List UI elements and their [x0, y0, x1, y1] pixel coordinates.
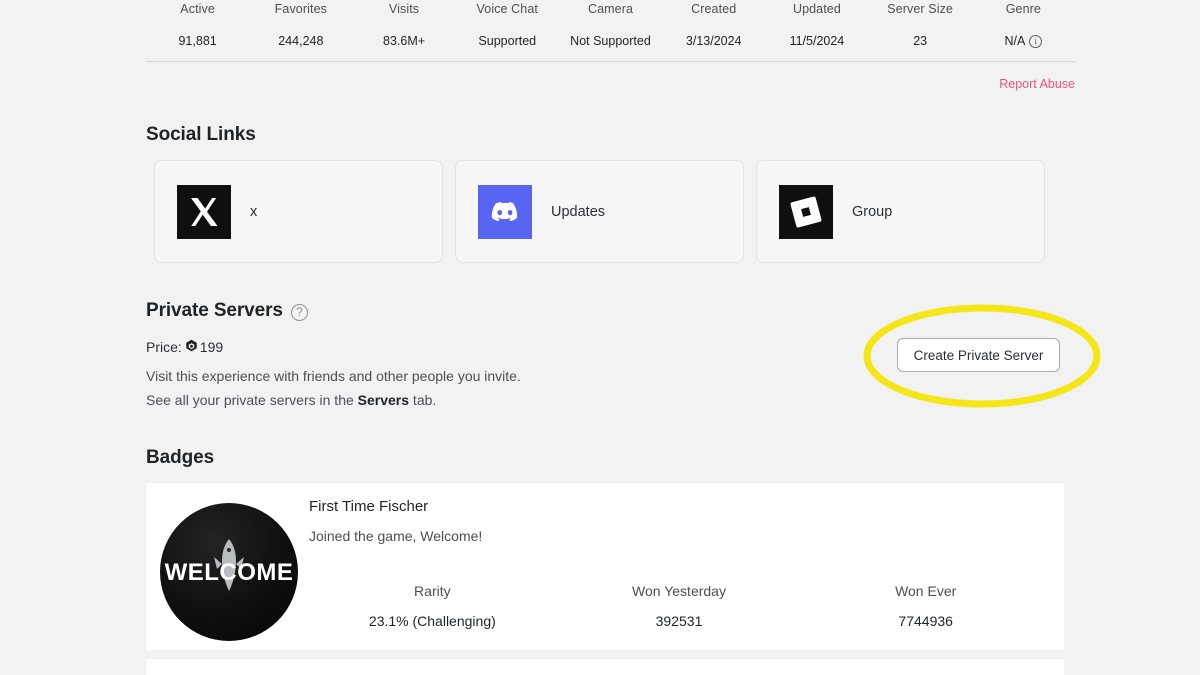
stat-server-size: Server Size 23 — [869, 0, 972, 50]
badges-heading: Badges — [146, 447, 214, 469]
badge-description: Joined the game, Welcome! — [309, 528, 482, 544]
stat-value: 91,881 — [146, 32, 249, 50]
badge-thumbnail: WELCOME — [160, 503, 298, 641]
badge-card[interactable]: WELCOME First Time Fischer Joined the ga… — [146, 483, 1064, 650]
social-links-row: x Updates Group — [154, 160, 1045, 263]
stat-active: Active 91,881 — [146, 0, 249, 50]
stat-value: Not Supported — [559, 32, 662, 50]
stat-label: Updated — [765, 0, 868, 18]
badge-stat-value: 7744936 — [802, 613, 1049, 629]
badge-thumbnail-text: WELCOME — [160, 559, 298, 587]
badge-stat-won-ever: Won Ever 7744936 — [802, 583, 1049, 629]
badge-stat-label: Won Yesterday — [556, 583, 803, 599]
roblox-logo-icon — [779, 185, 833, 239]
stat-label: Active — [146, 0, 249, 18]
stat-value: 23 — [869, 32, 972, 50]
price-value: 199 — [200, 339, 223, 355]
social-card-label: Updates — [551, 204, 605, 220]
stat-label: Voice Chat — [456, 0, 559, 18]
robux-icon — [185, 339, 198, 355]
badge-name: First Time Fischer — [309, 498, 428, 515]
stat-voice-chat: Voice Chat Supported — [456, 0, 559, 50]
stat-camera: Camera Not Supported — [559, 0, 662, 50]
private-servers-description-1: Visit this experience with friends and o… — [146, 368, 521, 384]
stat-favorites: Favorites 244,248 — [249, 0, 352, 50]
stat-label: Visits — [352, 0, 455, 18]
badge-stat-value: 23.1% (Challenging) — [309, 613, 556, 629]
stat-value: 11/5/2024 — [765, 32, 868, 50]
private-servers-description-2: See all your private servers in the Serv… — [146, 392, 436, 408]
stat-value: N/A — [1004, 32, 1025, 50]
desc-before: See all your private servers in the — [146, 392, 358, 408]
discord-logo-icon — [478, 185, 532, 239]
stat-label: Favorites — [249, 0, 352, 18]
social-card-group[interactable]: Group — [756, 160, 1045, 263]
private-servers-heading: Private Servers ? — [146, 300, 308, 322]
stat-label: Camera — [559, 0, 662, 18]
desc-after: tab. — [409, 392, 436, 408]
stat-label: Server Size — [869, 0, 972, 18]
price-label: Price: — [146, 339, 182, 355]
badge-stat-value: 392531 — [556, 613, 803, 629]
x-logo-icon — [177, 185, 231, 239]
badge-stat-won-yesterday: Won Yesterday 392531 — [556, 583, 803, 629]
badge-stat-rarity: Rarity 23.1% (Challenging) — [309, 583, 556, 629]
stat-genre: Genre N/A i — [972, 0, 1075, 50]
badge-stat-label: Rarity — [309, 583, 556, 599]
stat-label: Created — [662, 0, 765, 18]
social-card-label: Group — [852, 204, 892, 220]
badge-card-next[interactable] — [146, 659, 1064, 675]
experience-stats-row: Active 91,881 Favorites 244,248 Visits 8… — [146, 0, 1075, 50]
servers-tab-link[interactable]: Servers — [358, 392, 409, 408]
stat-label: Genre — [972, 0, 1075, 18]
help-icon[interactable]: ? — [291, 304, 308, 321]
report-abuse-link[interactable]: Report Abuse — [999, 77, 1075, 91]
stat-value: Supported — [456, 32, 559, 50]
stat-value: 3/13/2024 — [662, 32, 765, 50]
social-card-label: x — [250, 204, 257, 220]
info-icon[interactable]: i — [1029, 35, 1042, 48]
stat-created: Created 3/13/2024 — [662, 0, 765, 50]
stat-updated: Updated 11/5/2024 — [765, 0, 868, 50]
social-card-x[interactable]: x — [154, 160, 443, 263]
stat-value: 244,248 — [249, 32, 352, 50]
badge-stat-label: Won Ever — [802, 583, 1049, 599]
stat-visits: Visits 83.6M+ — [352, 0, 455, 50]
social-links-heading: Social Links — [146, 124, 256, 146]
private-server-price: Price: 199 — [146, 339, 223, 355]
create-private-server-button[interactable]: Create Private Server — [897, 338, 1060, 372]
experience-details-page: Active 91,881 Favorites 244,248 Visits 8… — [0, 0, 1200, 675]
private-servers-title: Private Servers — [146, 300, 283, 322]
social-card-updates[interactable]: Updates — [455, 160, 744, 263]
stat-value: 83.6M+ — [352, 32, 455, 50]
section-divider — [146, 61, 1075, 62]
badge-stats-row: Rarity 23.1% (Challenging) Won Yesterday… — [309, 583, 1049, 629]
